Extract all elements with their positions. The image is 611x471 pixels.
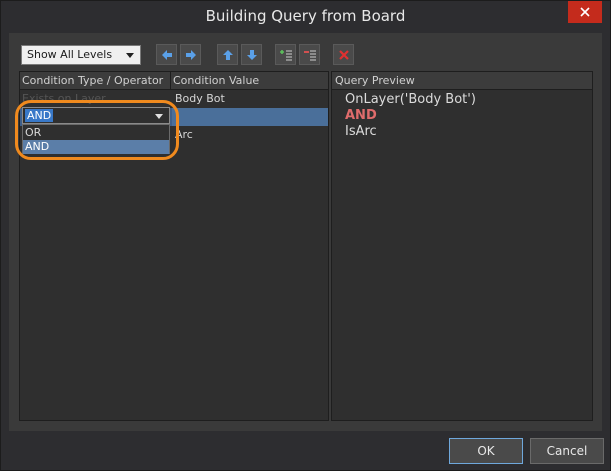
move-down-button[interactable] bbox=[241, 44, 262, 65]
dialog-window: Building Query from Board Show All Level… bbox=[0, 0, 611, 471]
conditions-grid[interactable]: Condition Type / Operator Condition Valu… bbox=[15, 71, 329, 421]
row-value-cell[interactable] bbox=[172, 108, 328, 126]
header-condition-value[interactable]: Condition Value bbox=[173, 74, 259, 87]
close-icon bbox=[580, 7, 590, 17]
move-left-button[interactable] bbox=[156, 44, 177, 65]
callout-highlight-ring bbox=[15, 100, 179, 160]
preview-line-expr: OnLayer('Body Bot') bbox=[345, 92, 476, 107]
query-preview-panel: Query Preview OnLayer('Body Bot') AND Is… bbox=[331, 71, 593, 421]
move-up-icon bbox=[222, 49, 233, 60]
move-right-button[interactable] bbox=[180, 44, 201, 65]
column-divider[interactable] bbox=[170, 72, 171, 90]
dialog-title: Building Query from Board bbox=[205, 7, 406, 25]
show-levels-value: Show All Levels bbox=[27, 48, 113, 61]
move-down-icon bbox=[246, 49, 257, 60]
remove-condition-button[interactable] bbox=[299, 44, 320, 65]
grid-header: Condition Type / Operator Condition Valu… bbox=[20, 72, 328, 90]
row-condition-value: Body Bot bbox=[175, 92, 225, 105]
preview-line-expr: IsArc bbox=[345, 124, 377, 139]
add-condition-button[interactable] bbox=[275, 44, 296, 65]
move-right-icon bbox=[185, 49, 196, 60]
close-button[interactable] bbox=[568, 1, 602, 23]
move-left-icon bbox=[161, 49, 172, 60]
remove-condition-icon bbox=[303, 50, 316, 60]
add-condition-icon bbox=[279, 49, 292, 60]
cancel-button[interactable]: Cancel bbox=[530, 438, 604, 464]
preview-line-keyword: AND bbox=[345, 108, 377, 123]
chevron-down-icon bbox=[126, 53, 134, 58]
dialog-body: Show All Levels Condition Type / Operato… bbox=[9, 33, 602, 431]
header-condition-type[interactable]: Condition Type / Operator bbox=[22, 74, 163, 87]
query-preview-header: Query Preview bbox=[332, 72, 592, 90]
delete-icon bbox=[338, 49, 349, 60]
delete-button[interactable] bbox=[333, 44, 354, 65]
title-bar[interactable]: Building Query from Board bbox=[1, 1, 610, 33]
show-levels-select[interactable]: Show All Levels bbox=[21, 45, 141, 65]
ok-button[interactable]: OK bbox=[449, 438, 523, 464]
move-up-button[interactable] bbox=[217, 44, 238, 65]
